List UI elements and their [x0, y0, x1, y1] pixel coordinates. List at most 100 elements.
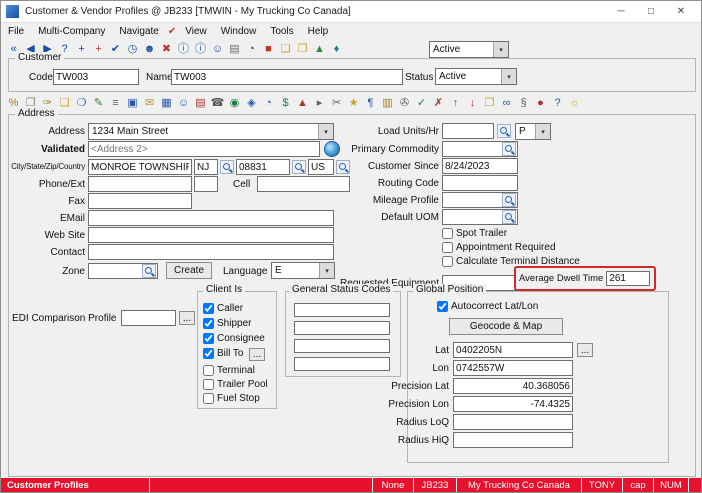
folder-open-icon[interactable]: ❑	[277, 41, 294, 58]
link-icon[interactable]: ∞	[498, 95, 515, 112]
precision-lat-field[interactable]	[453, 378, 573, 394]
shipper-checkbox[interactable]	[203, 318, 214, 329]
shipper-checkbox-row[interactable]: Shipper	[203, 318, 251, 329]
general-status-code-2-field[interactable]	[294, 321, 390, 335]
help-icon[interactable]: ?	[549, 95, 566, 112]
check-icon[interactable]: ✓	[413, 95, 430, 112]
average-dwell-time-field[interactable]	[606, 271, 650, 286]
website-field[interactable]	[88, 227, 334, 243]
geocode-map-button[interactable]: Geocode & Map	[449, 318, 563, 335]
person-icon[interactable]: ☺	[175, 95, 192, 112]
zip-field[interactable]	[236, 159, 290, 175]
consignee-checkbox[interactable]	[203, 333, 214, 344]
state-field[interactable]	[194, 159, 218, 175]
code-field[interactable]	[53, 69, 139, 85]
contact-field[interactable]	[88, 244, 334, 260]
lat-ellipsis-button[interactable]: ...	[577, 343, 593, 357]
export-icon[interactable]: ▲	[311, 41, 328, 58]
create-button[interactable]: Create	[166, 262, 212, 279]
maximize-button[interactable]: □	[636, 2, 666, 22]
dropdown-arrow-icon[interactable]: ▾	[493, 42, 508, 57]
menu-multi-company[interactable]: Multi-Company	[31, 26, 112, 37]
fuel-stop-checkbox-row[interactable]: Fuel Stop	[203, 393, 260, 404]
book-icon[interactable]: ❒	[481, 95, 498, 112]
edi-ellipsis-button[interactable]: ...	[179, 311, 195, 325]
terminal-checkbox[interactable]	[203, 365, 214, 376]
delete-icon[interactable]: ✖	[158, 41, 175, 58]
calendar-icon[interactable]: ▤	[192, 95, 209, 112]
email-field[interactable]	[88, 210, 334, 226]
grid-icon[interactable]: ▦	[158, 95, 175, 112]
appointment-required-checkbox-row[interactable]: Appointment Required	[442, 242, 556, 253]
clock-icon[interactable]: ◔	[260, 95, 277, 112]
dropdown-arrow-icon[interactable]: ▾	[501, 69, 516, 84]
fuel-stop-checkbox[interactable]	[203, 393, 214, 404]
radius-loq-field[interactable]	[453, 414, 573, 430]
load-units-uom-combo[interactable]: P ▾	[515, 123, 551, 140]
notes-icon[interactable]: ≡	[107, 95, 124, 112]
calculate-terminal-distance-checkbox[interactable]	[442, 256, 453, 267]
info-icon[interactable]: ⓘ	[175, 41, 192, 58]
radius-hiq-field[interactable]	[453, 432, 573, 448]
network-icon[interactable]: ◈	[243, 95, 260, 112]
save-icon[interactable]: ✔	[107, 41, 124, 58]
star-icon[interactable]: ★	[345, 95, 362, 112]
cross-icon[interactable]: ✗	[430, 95, 447, 112]
ext-field[interactable]	[194, 176, 218, 192]
refresh-icon[interactable]: ♦	[328, 41, 345, 58]
close-button[interactable]: ✕	[666, 2, 696, 22]
chart-icon[interactable]: ▲	[294, 95, 311, 112]
section-icon[interactable]: §	[515, 95, 532, 112]
bill-to-checkbox[interactable]	[203, 348, 214, 359]
folder-icon[interactable]: ❑	[56, 95, 73, 112]
address-combo[interactable]: 1234 Main Street ▾	[88, 123, 334, 140]
globe-icon[interactable]: ◉	[226, 95, 243, 112]
consignee-checkbox-row[interactable]: Consignee	[203, 333, 265, 344]
mileage-profile-lookup-icon[interactable]	[502, 193, 516, 207]
load-units-lookup-icon[interactable]	[497, 124, 511, 138]
table-icon[interactable]: ▥	[379, 95, 396, 112]
menu-view[interactable]: View	[178, 26, 214, 37]
history-icon[interactable]: ◷	[124, 41, 141, 58]
menu-navigate[interactable]: Navigate	[112, 26, 165, 37]
precision-lon-field[interactable]	[453, 396, 573, 412]
phone-field[interactable]	[88, 176, 192, 192]
dropdown-arrow-icon[interactable]: ▾	[319, 263, 334, 278]
arrow-down-icon[interactable]: ↓	[464, 95, 481, 112]
search-icon[interactable]: ❍	[73, 95, 90, 112]
arrow-up-icon[interactable]: ↑	[447, 95, 464, 112]
phone-icon[interactable]: ☎	[209, 95, 226, 112]
disk-icon[interactable]: ▣	[124, 95, 141, 112]
language-combo[interactable]: E ▾	[271, 262, 335, 279]
autocorrect-latlon-checkbox-row[interactable]: Autocorrect Lat/Lon	[437, 301, 538, 312]
info-alt-icon[interactable]: ⓘ	[192, 41, 209, 58]
trailer-pool-checkbox[interactable]	[203, 379, 214, 390]
edi-comparison-profile-field[interactable]	[121, 310, 176, 326]
trailer-pool-checkbox-row[interactable]: Trailer Pool	[203, 379, 268, 390]
copy-record-icon[interactable]: +	[90, 41, 107, 58]
minimize-button[interactable]: ─	[606, 2, 636, 22]
routing-code-field[interactable]	[442, 175, 518, 191]
truck-icon[interactable]: ▸	[311, 95, 328, 112]
contacts-icon[interactable]: ☻	[141, 41, 158, 58]
edit-icon[interactable]: ✎	[90, 95, 107, 112]
folder-icon[interactable]: ❒	[294, 41, 311, 58]
pin-icon[interactable]: ●	[532, 95, 549, 112]
money-icon[interactable]: $	[277, 95, 294, 112]
mail-icon[interactable]: ✉	[141, 95, 158, 112]
address2-field[interactable]	[88, 141, 320, 157]
load-units-field[interactable]	[442, 123, 494, 139]
dropdown-arrow-icon[interactable]: ▾	[535, 124, 550, 139]
state-lookup-icon[interactable]	[220, 160, 234, 174]
menu-help[interactable]: Help	[301, 26, 336, 37]
lat-field[interactable]	[453, 342, 573, 358]
lon-field[interactable]	[453, 360, 573, 376]
user-icon[interactable]: ☺	[209, 41, 226, 58]
caller-checkbox-row[interactable]: Caller	[203, 303, 243, 314]
alert-icon[interactable]: ■	[260, 41, 277, 58]
bill-to-ellipsis-button[interactable]: ...	[249, 348, 265, 361]
country-lookup-icon[interactable]	[336, 160, 350, 174]
primary-commodity-lookup-icon[interactable]	[502, 142, 516, 156]
clock-icon[interactable]: ◔	[243, 41, 260, 58]
gear-icon[interactable]: ✇	[396, 95, 413, 112]
